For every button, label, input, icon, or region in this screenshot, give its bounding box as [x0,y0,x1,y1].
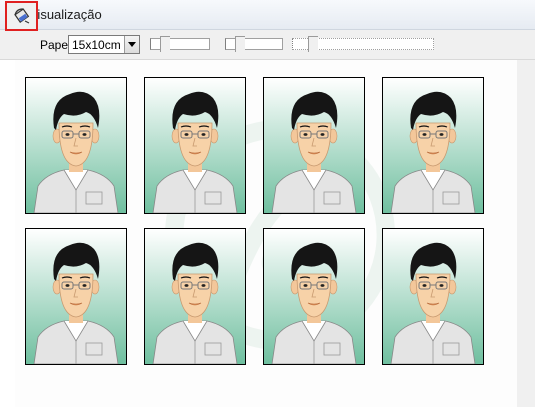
paint-bucket-rotate-icon [14,8,30,24]
id-photo [263,77,365,214]
slider-1[interactable] [150,36,210,52]
preview-area [15,60,517,407]
id-photo [263,228,365,365]
id-photo [144,77,246,214]
slider-3[interactable] [292,36,434,52]
window-title: Visualização [29,7,102,22]
slider-2[interactable] [225,36,283,52]
right-margin [517,60,535,407]
id-photo [144,228,246,365]
id-photo [25,228,127,365]
slider-thumb[interactable] [308,36,318,52]
paper-size-value: 15x10cm [72,38,121,52]
id-photo [382,228,484,365]
slider-thumb[interactable] [235,36,245,52]
chevron-down-icon[interactable] [124,36,139,53]
title-bar: Visualização [0,0,535,30]
paper-label: Papel [40,38,71,52]
rotate-button[interactable] [5,1,38,31]
id-photo [382,77,484,214]
paper-size-select[interactable]: 15x10cm [68,35,140,54]
slider-thumb[interactable] [160,36,170,52]
id-photo [25,77,127,214]
